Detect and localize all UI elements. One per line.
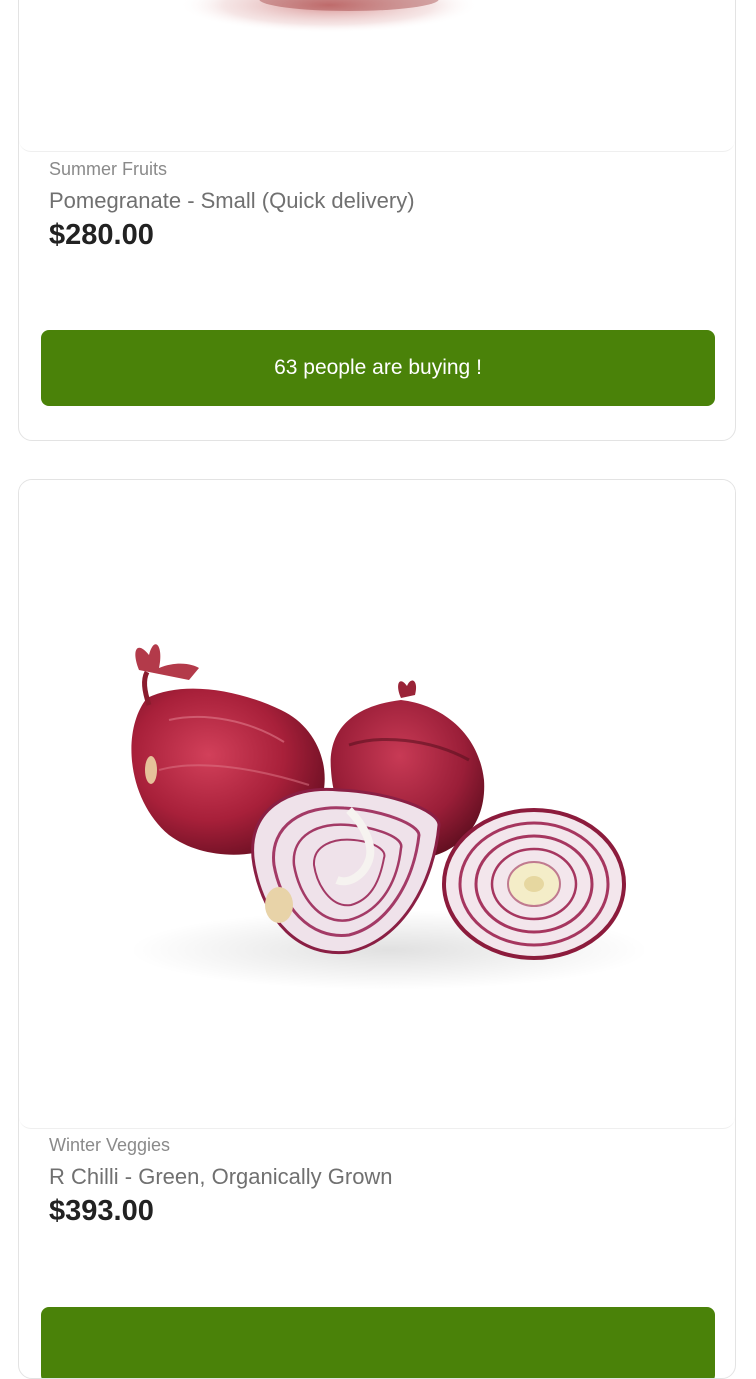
product-image[interactable] xyxy=(19,480,735,1129)
product-card[interactable]: Summer Fruits Pomegranate - Small (Quick… xyxy=(18,0,736,441)
product-price: $280.00 xyxy=(49,219,154,251)
product-image[interactable] xyxy=(19,0,735,152)
red-onion-photo xyxy=(129,644,649,990)
product-category: Winter Veggies xyxy=(49,1135,171,1155)
pomegranate-photo xyxy=(179,0,479,33)
product-card[interactable]: Winter Veggies R Chilli - Green, Organic… xyxy=(18,479,736,1379)
product-price: $393.00 xyxy=(49,1195,154,1227)
buying-now-button[interactable] xyxy=(41,1307,715,1378)
product-title[interactable]: R Chilli - Green, Organically Grown xyxy=(49,1164,393,1190)
buying-now-button[interactable]: 63 people are buying ! xyxy=(41,330,715,406)
product-title[interactable]: Pomegranate - Small (Quick delivery) xyxy=(49,188,415,214)
product-category: Summer Fruits xyxy=(49,159,168,179)
